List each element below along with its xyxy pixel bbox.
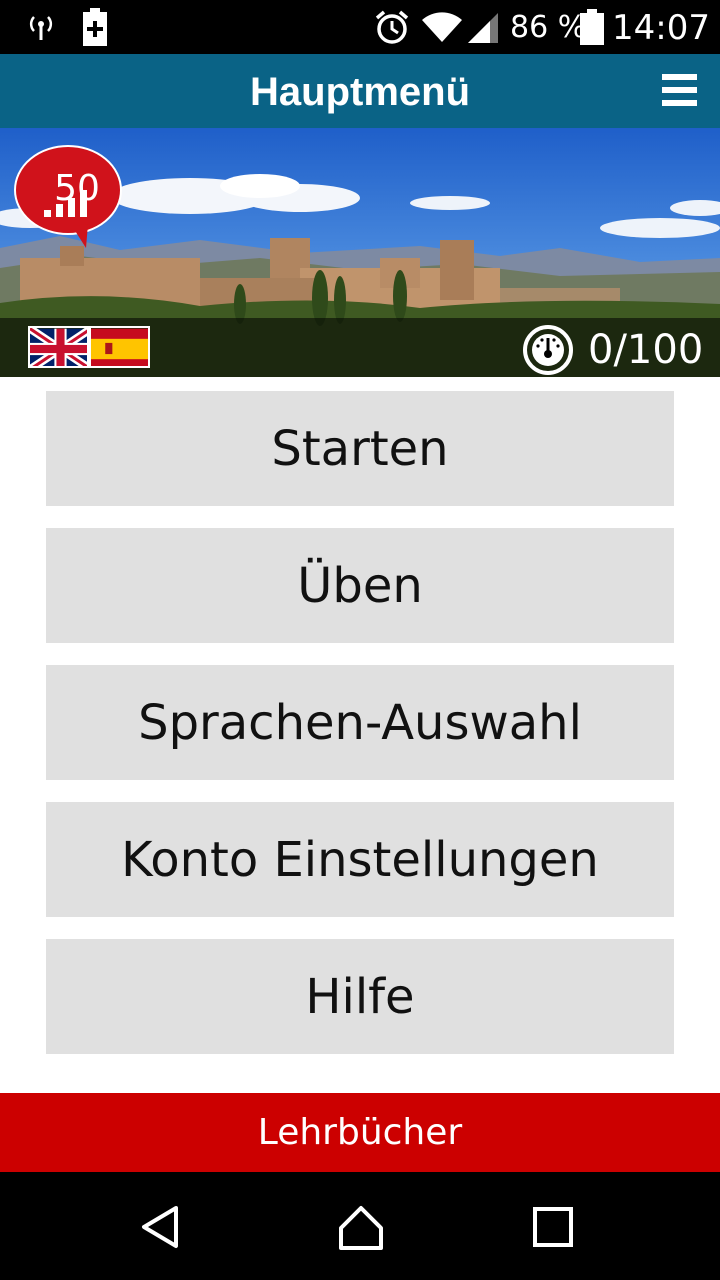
battery-percentage: 86 % (510, 10, 587, 45)
status-bar: 86 % 14:07 (0, 0, 720, 54)
textbooks-banner-button[interactable]: Lehrbücher (0, 1093, 720, 1172)
score-counter: 0/100 (588, 327, 704, 373)
page-title: Hauptmenü (250, 70, 470, 114)
hero-banner: 50 0/100 (0, 128, 720, 377)
english-flag-icon[interactable] (28, 326, 89, 368)
battery-icon (580, 0, 604, 54)
practice-button[interactable]: Üben (46, 528, 674, 643)
language-selection-button[interactable]: Sprachen-Auswahl (46, 665, 674, 780)
start-button[interactable]: Starten (46, 391, 674, 506)
level-badge[interactable]: 50 (12, 144, 124, 256)
main-menu: Starten Üben Sprachen-Auswahl Konto Eins… (46, 391, 674, 1076)
clock: 14:07 (612, 8, 710, 48)
antenna-icon (26, 0, 56, 54)
account-settings-button[interactable]: Konto Einstellungen (46, 802, 674, 917)
system-nav-bar (0, 1172, 720, 1280)
home-icon[interactable] (336, 1202, 386, 1252)
level-number: 50 (54, 168, 100, 209)
back-icon[interactable] (136, 1202, 186, 1252)
battery-charging-icon (82, 0, 108, 54)
hamburger-menu-icon[interactable] (656, 71, 704, 111)
app-bar: Hauptmenü (0, 54, 720, 128)
wifi-icon (422, 0, 462, 54)
gauge-icon (522, 324, 574, 376)
spanish-flag-icon[interactable] (89, 326, 150, 368)
recents-icon[interactable] (528, 1202, 578, 1252)
signal-icon (466, 0, 500, 54)
help-button[interactable]: Hilfe (46, 939, 674, 1054)
alarm-icon (374, 0, 410, 54)
